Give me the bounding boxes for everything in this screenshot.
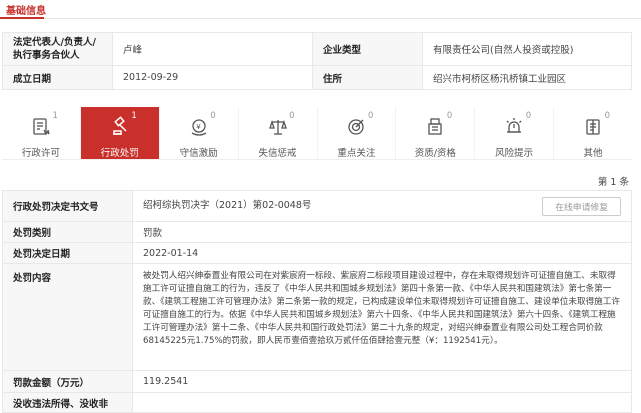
basic-info-table: 法定代表人/负责人/执行事务合伙人 卢峰 企业类型 有限责任公司(自然人投资或控…: [2, 32, 632, 90]
tab-count: 0: [210, 111, 216, 121]
svg-text:¥: ¥: [196, 123, 201, 131]
tab-key-attention[interactable]: 0 重点关注: [318, 107, 397, 159]
coin-incentive-icon: ¥: [188, 116, 210, 138]
detail-row: 处罚内容 被处罚人绍兴绅泰置业有限公司在对紫宸府一标段、紫宸府二标段项目建设过程…: [2, 263, 632, 371]
legal-rep-value: 卢峰: [112, 32, 313, 66]
tab-label: 重点关注: [337, 148, 376, 159]
address-value: 绍兴市柯桥区杨汛桥镇工业园区: [422, 65, 632, 90]
fine-amount-value: 119.2541: [132, 370, 632, 393]
tab-label: 守信激励: [179, 148, 218, 159]
legal-rep-label: 法定代表人/负责人/执行事务合伙人: [2, 32, 113, 66]
confiscation-value: [132, 392, 632, 413]
section-divider: [0, 18, 641, 19]
qualification-icon: [424, 116, 446, 138]
address-label: 住所: [312, 65, 423, 90]
established-value: 2012-09-29: [112, 65, 313, 90]
penalty-detail-table: 行政处罚决定书文号 绍柯综执罚决字（2021）第02-0048号 在线申请修复 …: [2, 190, 632, 413]
tab-count: 1: [131, 111, 137, 121]
tab-count: 0: [367, 111, 374, 121]
doc-no-value: 绍柯综执罚决字（2021）第02-0048号: [143, 199, 312, 211]
gavel-icon: [109, 116, 131, 138]
tab-risk-warning[interactable]: 0 风险提示: [475, 107, 555, 159]
section-title-underline: [0, 17, 44, 19]
fine-amount-label: 罚款金额（万元）: [2, 370, 133, 393]
tab-label: 风险提示: [495, 148, 534, 159]
category-label: 处罚类别: [2, 221, 133, 243]
tab-qualification[interactable]: 0 资质/资格: [396, 107, 476, 159]
detail-row: 没收违法所得、没收非: [2, 392, 632, 413]
category-tab-bar: 1 行政许可 1 行政处罚 0 ¥ 守信激励 0 失信惩戒 0 重点关注 0 资…: [2, 107, 632, 160]
detail-row: 罚款金额（万元） 119.2541: [2, 370, 632, 393]
tab-label: 资质/资格: [414, 148, 456, 159]
info-row: 法定代表人/负责人/执行事务合伙人 卢峰 企业类型 有限责任公司(自然人投资或控…: [2, 32, 632, 66]
tab-count: 0: [604, 111, 610, 121]
tab-count: 0: [525, 111, 532, 121]
tab-label: 行政许可: [21, 148, 60, 159]
section-title: 基础信息: [6, 6, 46, 17]
detail-row: 处罚类别 罚款: [2, 221, 632, 243]
decision-date-label: 处罚决定日期: [2, 242, 133, 264]
tab-other[interactable]: 0 其他: [554, 107, 632, 159]
company-type-label: 企业类型: [312, 32, 423, 66]
tab-credit-incentive[interactable]: 0 ¥ 守信激励: [160, 107, 239, 159]
doc-no-label: 行政处罚决定书文号: [2, 190, 133, 222]
tab-count: 0: [446, 111, 453, 121]
category-value: 罚款: [132, 221, 632, 243]
warning-bell-icon: [503, 116, 525, 138]
target-icon: [345, 116, 367, 138]
decision-date-value: 2022-01-14: [132, 242, 632, 264]
doc-no-cell: 绍柯综执罚决字（2021）第02-0048号 在线申请修复: [132, 190, 632, 222]
established-label: 成立日期: [2, 65, 113, 90]
tab-label: 行政处罚: [100, 148, 139, 159]
apply-repair-button[interactable]: 在线申请修复: [542, 196, 621, 216]
penalty-content-value: 被处罚人绍兴绅泰置业有限公司在对紫宸府一标段、紫宸府二标段项目建设过程中，存在未…: [132, 263, 632, 371]
detail-row: 行政处罚决定书文号 绍柯综执罚决字（2021）第02-0048号 在线申请修复: [2, 190, 632, 222]
tab-count: 1: [52, 111, 58, 121]
penalty-content-label: 处罚内容: [2, 263, 133, 371]
info-row: 成立日期 2012-09-29 住所 绍兴市柯桥区杨汛桥镇工业园区: [2, 65, 632, 90]
confiscation-label: 没收违法所得、没收非: [2, 392, 133, 413]
scales-icon: [267, 116, 289, 138]
tab-admin-penalty[interactable]: 1 行政处罚: [80, 107, 160, 159]
tab-count: 0: [289, 111, 295, 121]
other-doc-icon: [582, 116, 604, 138]
tab-dishonesty-penalty[interactable]: 0 失信惩戒: [239, 107, 318, 159]
tab-label: 失信惩戒: [258, 148, 297, 159]
tab-label: 其他: [583, 148, 603, 159]
company-type-value: 有限责任公司(自然人投资或控股): [422, 32, 632, 66]
detail-row: 处罚决定日期 2022-01-14: [2, 242, 632, 264]
tab-admin-license[interactable]: 1 行政许可: [2, 107, 81, 159]
license-doc-icon: [30, 116, 52, 138]
record-counter: 第 1 条: [597, 177, 629, 188]
